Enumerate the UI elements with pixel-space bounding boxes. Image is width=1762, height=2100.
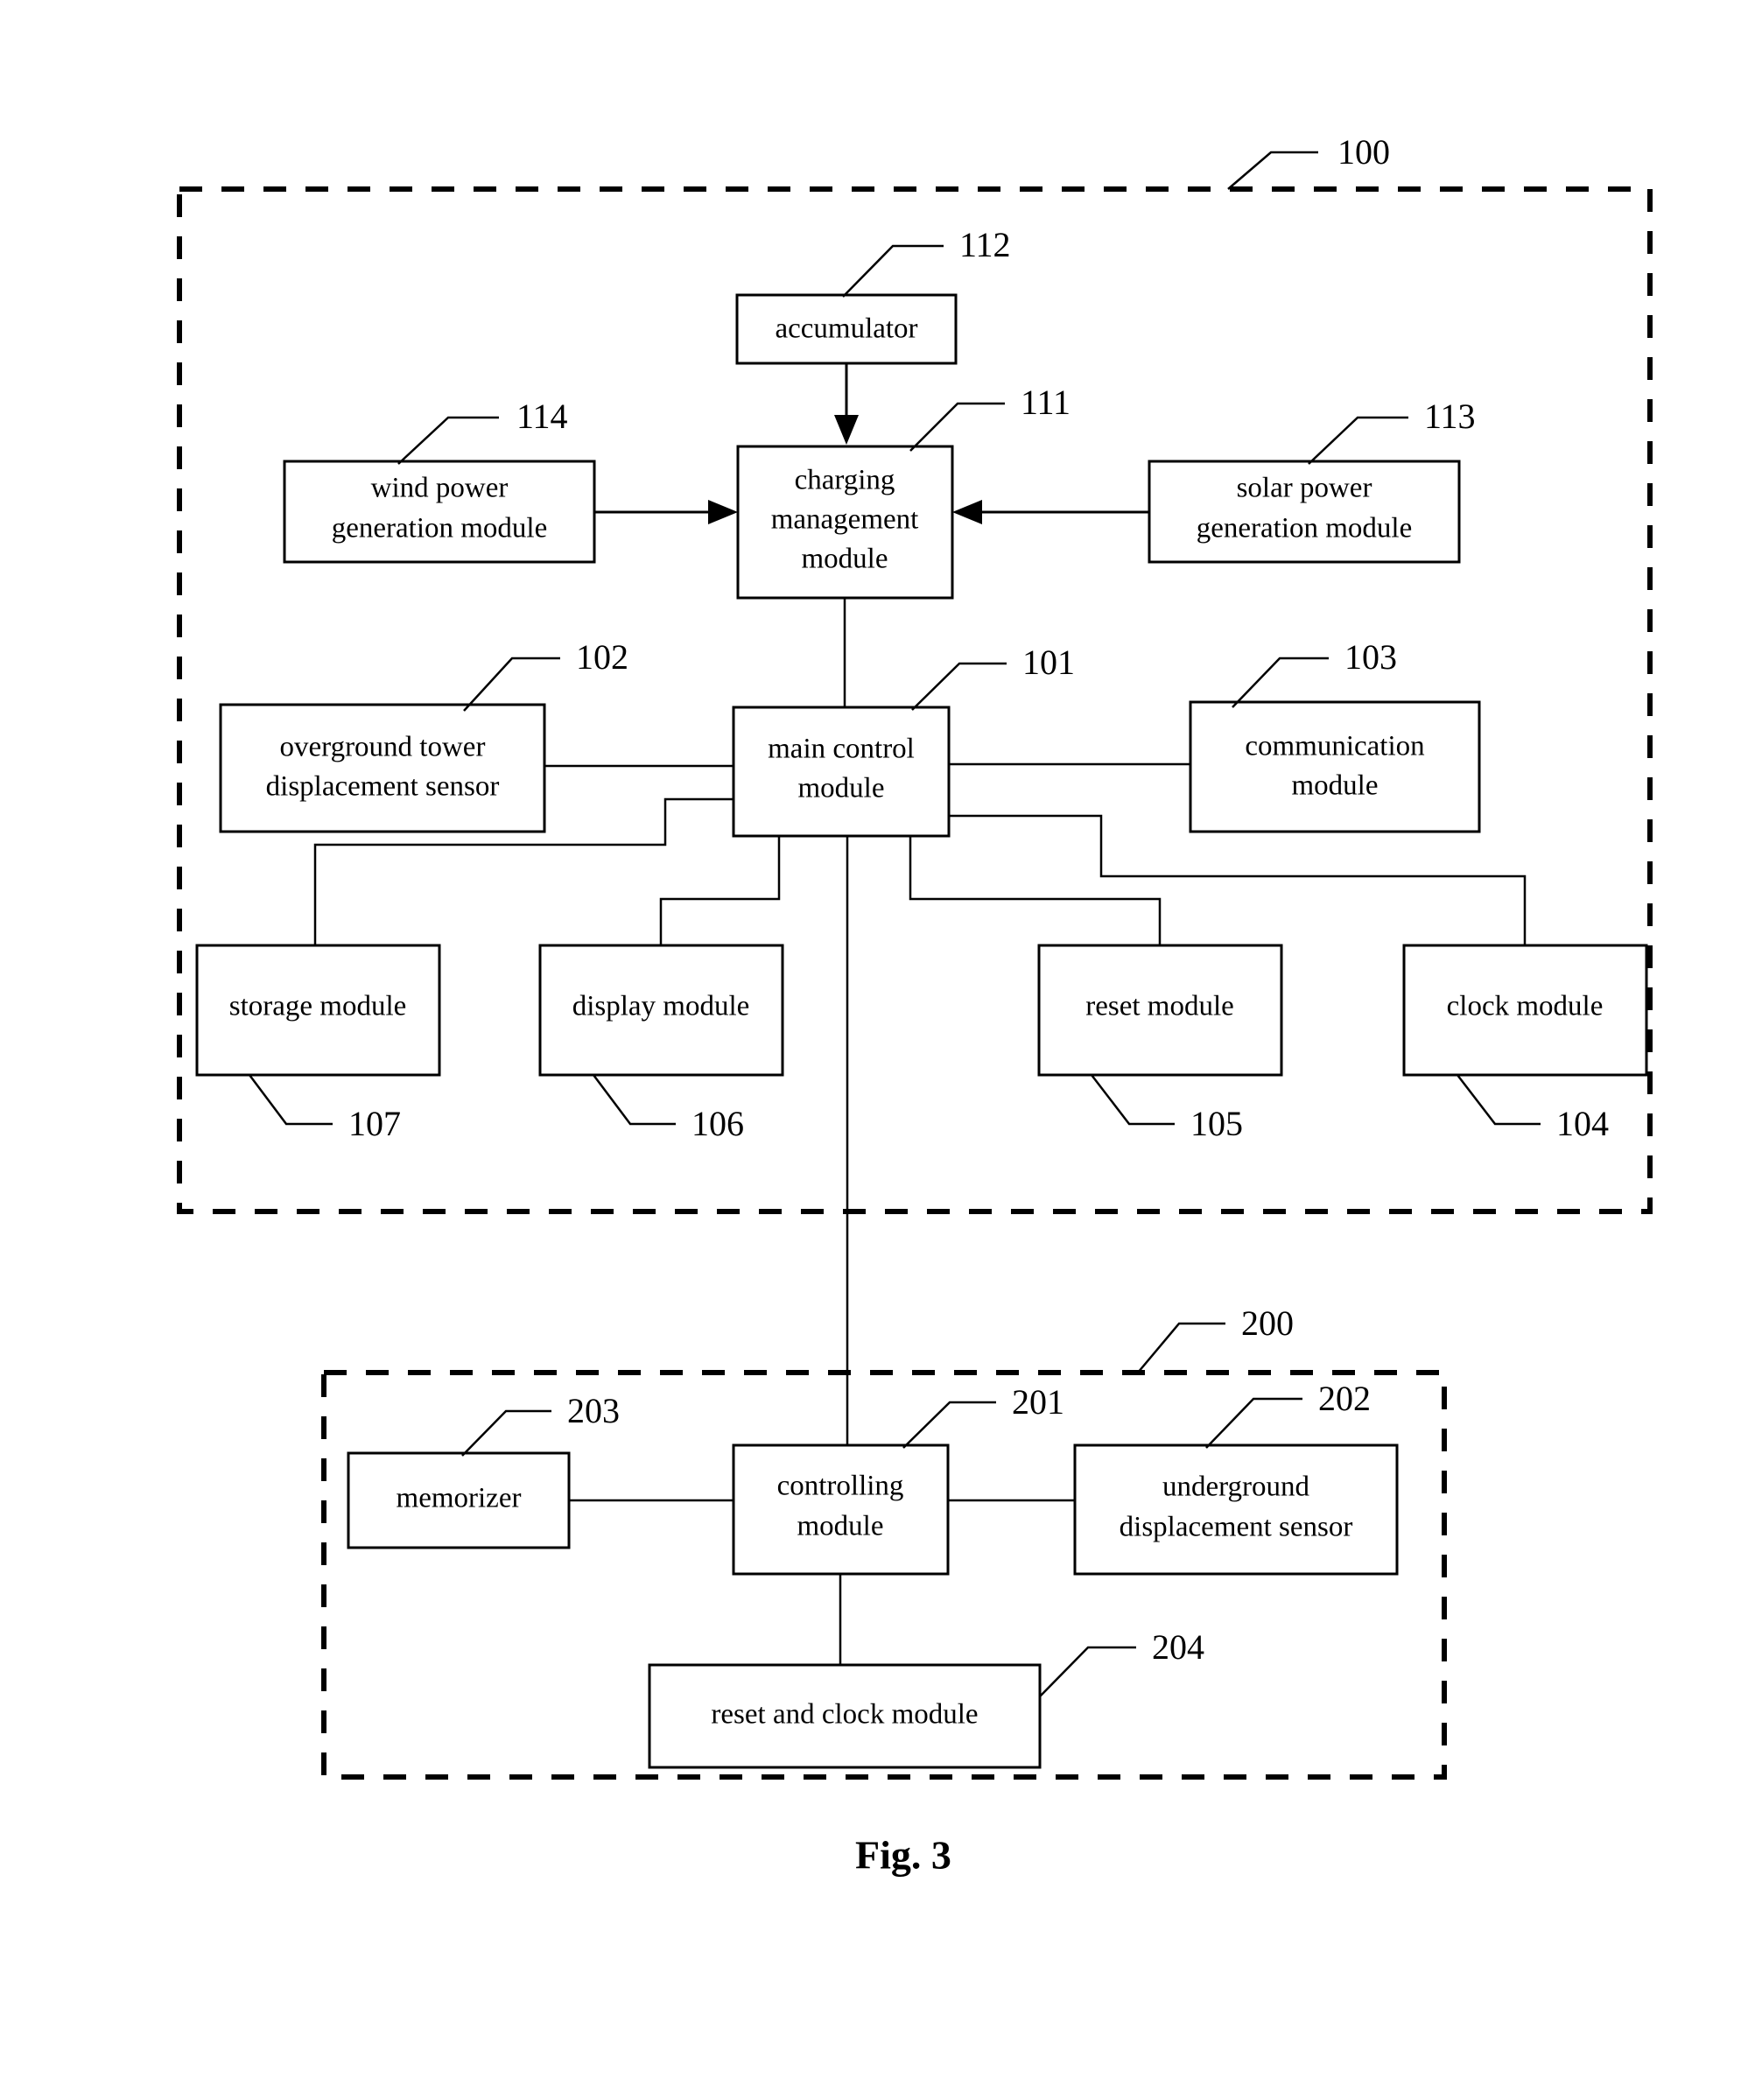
block-wind-power-label-2: generation module [332,513,548,544]
block-storage-label: storage module [229,991,407,1022]
block-main-control[interactable] [732,706,951,838]
block-memorizer-label: memorizer [397,1483,522,1514]
leader-line-200 [1137,1322,1225,1373]
block-underground-sensor-label-2: displacement sensor [1120,1512,1353,1543]
block-solar-power-label-2: generation module [1197,513,1413,544]
block-overground-sensor-label-2: displacement sensor [266,771,500,803]
block-display-label: display module [572,991,750,1022]
patent-figure-3: 100 accumulator 112 charging management … [0,0,1762,2100]
block-charging-management-label-3: module [802,544,888,575]
ref-number-200: 200 [1241,1303,1294,1343]
leader-line-107 [249,1074,333,1126]
ref-number-114: 114 [516,397,568,436]
ref-number-111: 111 [1021,383,1071,422]
connector-display-to-main-control [659,836,781,945]
block-controlling-label-2: module [797,1511,884,1542]
ref-number-112: 112 [959,225,1011,264]
block-charging-management-label-1: charging [795,465,895,496]
ref-number-102: 102 [576,637,628,677]
block-controlling[interactable] [732,1443,950,1576]
block-main-control-label-2: module [798,773,885,804]
ref-number-101: 101 [1022,643,1075,682]
block-wind-power-label-1: wind power [371,473,509,504]
leader-line-104 [1457,1074,1541,1126]
ref-number-105: 105 [1190,1104,1243,1143]
connector-reset-to-main-control [909,836,1162,945]
connector-clock-to-main-control [949,814,1527,945]
arrowhead-solar-to-charging [952,500,982,524]
ref-number-100: 100 [1337,132,1390,172]
ref-number-202: 202 [1318,1379,1371,1418]
leader-line-113 [1308,416,1408,465]
block-controlling-label-1: controlling [777,1471,904,1502]
leader-line-202 [1205,1397,1302,1449]
ref-number-104: 104 [1556,1104,1609,1143]
block-underground-sensor[interactable] [1073,1443,1399,1576]
leader-line-105 [1091,1074,1175,1126]
leader-line-111 [909,402,1005,452]
block-main-control-label-1: main control [768,734,915,765]
leader-line-100 [1227,151,1318,190]
block-solar-power-label-1: solar power [1237,473,1372,504]
block-communication-label-1: communication [1245,731,1424,762]
block-communication[interactable] [1189,700,1481,833]
block-accumulator-label: accumulator [775,313,917,345]
block-overground-tower-sensor[interactable] [219,703,546,833]
arrowhead-wind-to-charging [708,500,738,524]
leader-line-102 [463,657,560,712]
block-clock-label: clock module [1447,991,1604,1022]
leader-line-203 [461,1409,551,1457]
ref-number-203: 203 [567,1391,620,1430]
leader-line-204 [1039,1646,1136,1697]
leader-line-112 [842,244,944,298]
block-reset-label: reset module [1085,991,1234,1022]
leader-line-114 [397,416,499,465]
block-overground-sensor-label-1: overground tower [280,732,486,763]
ref-number-107: 107 [348,1104,401,1143]
leader-line-106 [593,1074,676,1126]
block-reset-and-clock-label: reset and clock module [711,1699,978,1731]
block-communication-label-2: module [1292,770,1379,802]
ref-number-113: 113 [1424,397,1476,436]
leader-line-101 [911,662,1007,711]
arrowhead-accumulator-to-charging [834,415,859,445]
block-charging-management-label-2: management [771,504,919,536]
leader-line-103 [1232,657,1329,708]
block-underground-sensor-label-1: underground [1162,1471,1310,1503]
leader-line-201 [902,1401,996,1449]
ref-number-201: 201 [1012,1382,1064,1422]
ref-number-103: 103 [1344,637,1397,677]
ref-number-106: 106 [691,1104,744,1143]
ref-number-204: 204 [1152,1627,1204,1667]
figure-caption: Fig. 3 [855,1833,951,1878]
